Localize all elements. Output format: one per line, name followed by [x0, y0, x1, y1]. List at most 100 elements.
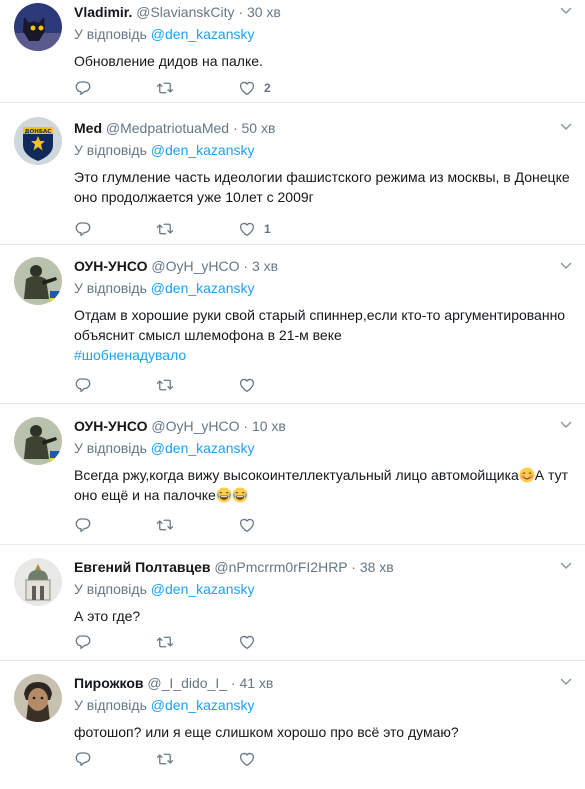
like-button[interactable]: [238, 516, 320, 534]
retweet-icon: [156, 750, 174, 768]
tears-of-joy-emoji-icon: [216, 487, 232, 503]
tweet-header: ОУН-УНСО @OyH_yHCO · 3 хв: [74, 258, 279, 274]
like-button[interactable]: 1: [238, 220, 320, 238]
reply-prefix: У відповідь: [74, 697, 147, 713]
author-handle[interactable]: @OyH_yHCO: [151, 418, 239, 434]
author-handle[interactable]: @_I_dido_I_: [147, 675, 227, 691]
retweet-button[interactable]: [156, 750, 238, 768]
tweet-text-part-1: Всегда ржу,когда вижу высокоинтеллектуал…: [74, 467, 519, 483]
avatar[interactable]: [14, 3, 62, 51]
reply-prefix: У відповідь: [74, 142, 147, 158]
reply-button[interactable]: [74, 79, 156, 97]
like-count: 1: [264, 222, 271, 236]
retweet-icon: [156, 79, 174, 97]
caret-down-icon[interactable]: [559, 4, 573, 18]
tweet-time[interactable]: 10 хв: [252, 418, 286, 434]
reply-button[interactable]: [74, 220, 156, 238]
caret-down-icon[interactable]: [559, 675, 573, 689]
retweet-button[interactable]: [156, 220, 238, 238]
tweet[interactable]: Евгений Полтавцев @nPmcrrm0rFI2HRP · 38 …: [0, 545, 585, 661]
reply-icon: [74, 220, 92, 238]
smiling-face-emoji-icon: [519, 467, 535, 483]
author-handle[interactable]: @nPmcrrm0rFI2HRP: [214, 559, 347, 575]
reply-context: У відповідь @den_kazansky: [74, 580, 573, 598]
caret-down-icon[interactable]: [559, 120, 573, 134]
avatar[interactable]: [14, 417, 62, 465]
author-handle[interactable]: @OyH_yHCO: [151, 258, 239, 274]
hashtag-link[interactable]: #шобненадувало: [74, 347, 186, 363]
like-button[interactable]: 2: [238, 79, 320, 97]
tweet[interactable]: Пирожков @_I_dido_I_ · 41 хв У відповідь…: [0, 661, 585, 789]
tweet[interactable]: ДОНБАС Med @MedpatriotuaMed · 50 хв У ві…: [0, 103, 585, 245]
author-name[interactable]: Евгений Полтавцев: [74, 559, 211, 575]
tweet[interactable]: Vladimir. @SlavianskCity · 30 хв У відпо…: [0, 0, 585, 103]
caret-down-icon[interactable]: [559, 418, 573, 432]
avatar[interactable]: ДОНБАС: [14, 117, 62, 165]
tweet-time[interactable]: 30 хв: [247, 4, 281, 20]
reply-icon: [74, 750, 92, 768]
reply-button[interactable]: [74, 376, 156, 394]
retweet-button[interactable]: [156, 376, 238, 394]
tweet-header: Пирожков @_I_dido_I_ · 41 хв: [74, 675, 274, 691]
tweet-actions: 1: [74, 219, 320, 239]
mention-link[interactable]: @den_kazansky: [151, 697, 255, 713]
reply-button[interactable]: [74, 633, 156, 651]
mention-link[interactable]: @den_kazansky: [151, 581, 255, 597]
mention-link[interactable]: @den_kazansky: [151, 142, 255, 158]
tweet-text: Обновление дидов на палке.: [74, 53, 263, 69]
like-icon: [238, 376, 256, 394]
reply-button[interactable]: [74, 750, 156, 768]
tweet-text: Это глумление часть идеологии фашистског…: [74, 169, 570, 205]
reply-prefix: У відповідь: [74, 440, 147, 456]
tweet-time[interactable]: 50 хв: [242, 120, 276, 136]
like-button[interactable]: [238, 633, 320, 651]
like-count: 2: [264, 81, 271, 95]
author-handle[interactable]: @MedpatriotuaMed: [106, 120, 229, 136]
author-name[interactable]: Пирожков: [74, 675, 144, 691]
reply-prefix: У відповідь: [74, 26, 147, 42]
tweet-time[interactable]: 3 хв: [252, 258, 278, 274]
tears-of-joy-emoji-icon: [232, 487, 248, 503]
avatar-text: ДОНБАС: [25, 129, 52, 135]
retweet-button[interactable]: [156, 633, 238, 651]
author-name[interactable]: ОУН-УНСО: [74, 418, 148, 434]
like-button[interactable]: [238, 376, 320, 394]
avatar[interactable]: [14, 674, 62, 722]
tweet-actions: [74, 375, 320, 395]
retweet-icon: [156, 220, 174, 238]
author-handle[interactable]: @SlavianskCity: [136, 4, 234, 20]
tweet-time[interactable]: 41 хв: [239, 675, 273, 691]
tweet-actions: 2: [74, 78, 320, 98]
retweet-button[interactable]: [156, 516, 238, 534]
caret-down-icon[interactable]: [559, 259, 573, 273]
author-name[interactable]: Med: [74, 120, 102, 136]
mention-link[interactable]: @den_kazansky: [151, 26, 255, 42]
like-icon: [238, 220, 256, 238]
tweet-text: Отдам в хорошие руки свой старый спиннер…: [74, 305, 573, 365]
mention-link[interactable]: @den_kazansky: [151, 440, 255, 456]
author-name[interactable]: Vladimir.: [74, 4, 132, 20]
tweet[interactable]: ОУН-УНСО @OyH_yHCO · 3 хв У відповідь @d…: [0, 245, 585, 404]
tweet-time[interactable]: 38 хв: [360, 559, 394, 575]
avatar[interactable]: [14, 257, 62, 305]
like-icon: [238, 750, 256, 768]
tweet-header: Vladimir. @SlavianskCity · 30 хв: [74, 4, 281, 20]
retweet-button[interactable]: [156, 79, 238, 97]
tweet-text: фотошоп? или я еще слишком хорошо про вс…: [74, 724, 459, 740]
tweet[interactable]: ОУН-УНСО @OyH_yHCO · 10 хв У відповідь @…: [0, 404, 585, 545]
mention-link[interactable]: @den_kazansky: [151, 280, 255, 296]
caret-down-icon[interactable]: [559, 559, 573, 573]
retweet-icon: [156, 376, 174, 394]
reply-context: У відповідь @den_kazansky: [74, 439, 573, 457]
reply-context: У відповідь @den_kazansky: [74, 25, 573, 43]
author-name[interactable]: ОУН-УНСО: [74, 258, 148, 274]
reply-prefix: У відповідь: [74, 581, 147, 597]
reply-button[interactable]: [74, 516, 156, 534]
reply-icon: [74, 633, 92, 651]
like-icon: [238, 633, 256, 651]
tweet-actions: [74, 632, 320, 652]
like-button[interactable]: [238, 750, 320, 768]
tweet-header: ОУН-УНСО @OyH_yHCO · 10 хв: [74, 418, 286, 434]
reply-prefix: У відповідь: [74, 280, 147, 296]
avatar[interactable]: [14, 558, 62, 606]
